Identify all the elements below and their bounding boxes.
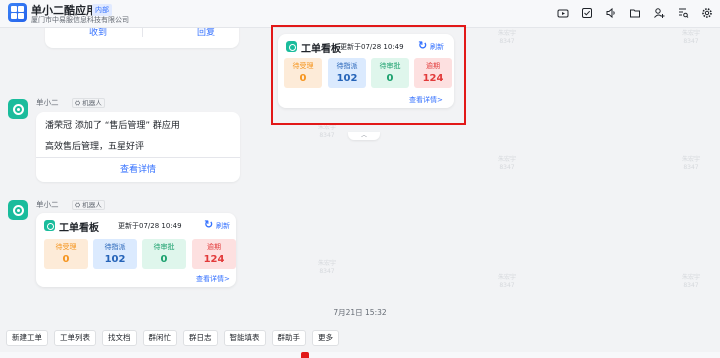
tile-overdue[interactable]: 逾期 124 — [192, 239, 236, 269]
message-text: 高效售后管理，五星好评 — [45, 142, 145, 152]
board-icon — [44, 220, 55, 231]
watermark: 朱宏宇8347 — [498, 274, 517, 289]
shortcut-group-log[interactable]: 群日志 — [183, 330, 218, 346]
board-updated-time: 更新于07/28 10:49 — [118, 222, 182, 230]
divider — [142, 28, 143, 37]
input-area-edge — [0, 352, 720, 358]
folder-icon[interactable] — [628, 6, 642, 20]
checkbox-icon[interactable] — [580, 6, 594, 20]
shortcut-new-ticket[interactable]: 新建工单 — [6, 330, 48, 346]
app-added-message: 潘荣冠 添加了 “售后管理” 群应用 高效售后管理，五星好评 查看详情 — [36, 112, 240, 182]
watermark: 朱宏宇8347 — [318, 124, 337, 139]
settings-icon[interactable] — [700, 6, 714, 20]
watermark: 朱宏宇8347 — [682, 30, 701, 45]
watermark: 朱宏宇8347 — [498, 156, 517, 171]
ticket-board-card[interactable]: 工单看板 更新于07/28 10:49 ↻ 刷新 待受理 0 待指派 102 待审批… — [36, 213, 236, 287]
previous-message-actions: 收到 回复 — [45, 28, 239, 48]
watermark: 朱宏宇8347 — [682, 156, 701, 171]
video-icon[interactable] — [556, 6, 570, 20]
shortcut-group-busy[interactable]: 群闲忙 — [142, 330, 177, 346]
message-text: 潘荣冠 添加了 “售后管理” 群应用 — [45, 121, 180, 131]
sender-name[interactable]: 单小二 — [36, 97, 59, 108]
shortcut-group-assistant[interactable]: 群助手 — [271, 330, 306, 346]
speaker-icon[interactable] — [604, 6, 618, 20]
message-timestamp: 7月21日 15:32 — [333, 308, 387, 317]
org-name: 厦门市中易服信息科技有限公司 — [31, 16, 129, 24]
shortcut-bar: 新建工单 工单列表 找文档 群闲忙 群日志 智能填表 群助手 更多 — [0, 330, 720, 352]
reply-button[interactable]: 回复 — [197, 28, 215, 38]
view-details-link[interactable]: 查看详情 — [36, 162, 240, 175]
toolbar-indicator — [301, 352, 309, 358]
tile-pending-approve[interactable]: 待审批 0 — [142, 239, 186, 269]
divider — [36, 157, 240, 158]
robot-badge: ⛭ 机器人 — [72, 98, 105, 108]
refresh-icon[interactable]: ↻ — [204, 218, 213, 231]
chat-header: 单小二酷应用 内部 厦门市中易服信息科技有限公司 — [0, 0, 720, 28]
add-member-icon[interactable] — [652, 6, 666, 20]
tile-pending-accept[interactable]: 待受理 0 — [44, 239, 88, 269]
receive-button[interactable]: 收到 — [89, 28, 107, 38]
shortcut-smart-form[interactable]: 智能填表 — [223, 330, 266, 346]
tile-pending-assign[interactable]: 待指派 102 — [93, 239, 137, 269]
bot-avatar[interactable] — [8, 200, 28, 220]
board-title: 工单看板 — [59, 223, 99, 234]
search-doc-icon[interactable] — [676, 6, 690, 20]
watermark: 朱宏宇8347 — [682, 274, 701, 289]
highlight-box — [271, 25, 466, 125]
shortcut-find-doc[interactable]: 找文档 — [102, 330, 137, 346]
robot-badge: ⛭ 机器人 — [72, 200, 105, 210]
watermark: 朱宏宇8347 — [498, 30, 517, 45]
shortcut-ticket-list[interactable]: 工单列表 — [54, 330, 96, 346]
watermark: 朱宏宇8347 — [318, 260, 337, 275]
shortcut-more[interactable]: 更多 — [312, 330, 339, 346]
collapse-chevron-icon[interactable]: ︿ — [348, 132, 380, 140]
view-more-link[interactable]: 查看详情> — [196, 274, 230, 284]
sender-name[interactable]: 单小二 — [36, 199, 59, 210]
bot-avatar[interactable] — [8, 99, 28, 119]
app-logo — [8, 3, 27, 22]
refresh-button[interactable]: 刷新 — [216, 221, 230, 231]
header-toolbar — [556, 6, 714, 20]
